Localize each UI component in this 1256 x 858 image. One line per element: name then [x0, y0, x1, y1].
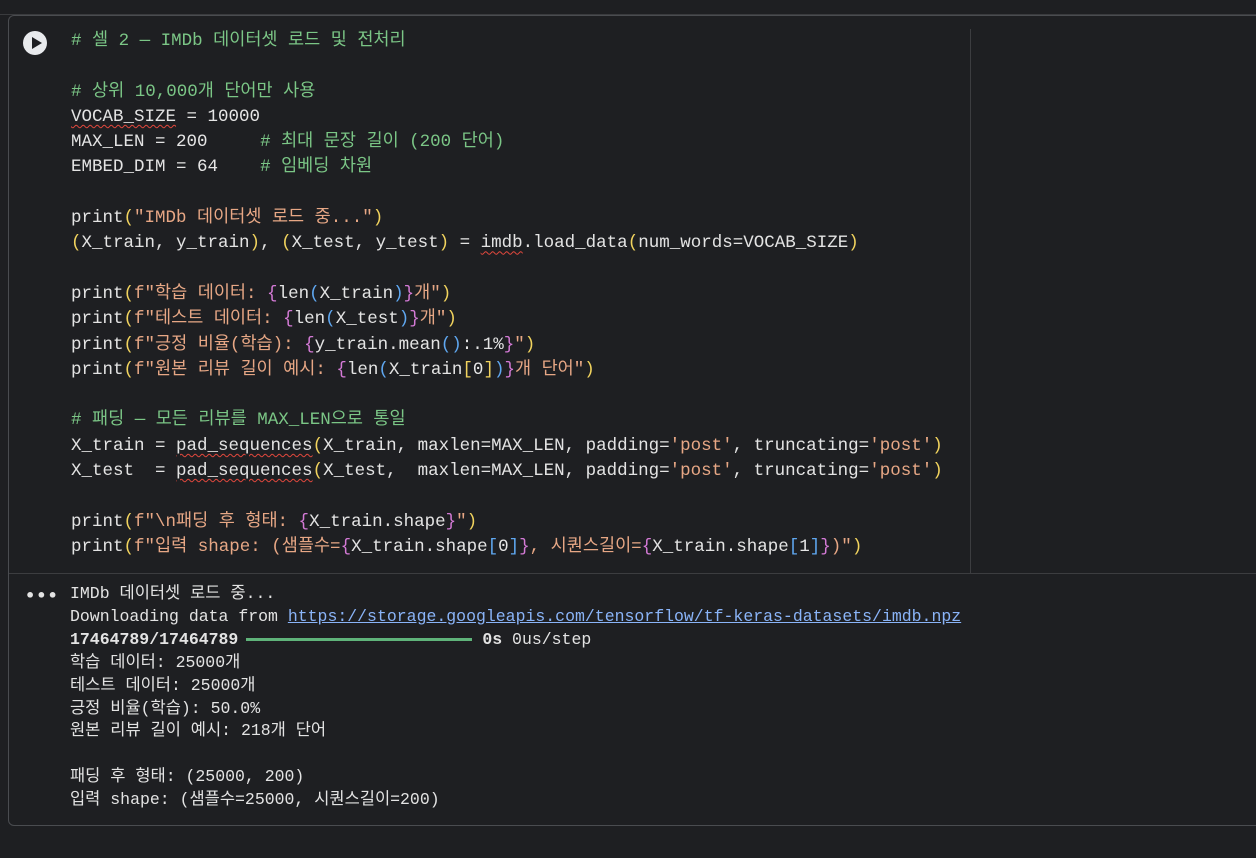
progress-counter: 17464789/17464789	[70, 629, 239, 649]
comment: # 패딩 — 모든 리뷰를 MAX_LEN으로 통일	[71, 410, 406, 431]
comment: # 상위 10,000개 단어만 사용	[71, 81, 316, 102]
code-line: EMBED_DIM = 64 # 임베딩 차원	[71, 157, 373, 178]
code-line: # 상위 10,000개 단어만 사용	[71, 80, 943, 105]
cell-output: IMDb 데이터셋 로드 중... Downloading data from h…	[70, 583, 961, 812]
progress-bar	[246, 637, 473, 641]
progress-bar-fill	[246, 637, 473, 641]
code-line: print(f"입력 shape: (샘플수={X_train.shape[0]…	[71, 536, 863, 557]
code-line: MAX_LEN = 200 # 최대 문장 길이 (200 단어)	[71, 132, 505, 153]
code-line: print(f"학습 데이터: {len(X_train)}개")	[71, 283, 452, 304]
code-line: print(f"긍정 비율(학습): {y_train.mean():.1%}"…	[71, 334, 536, 355]
code-line: VOCAB_SIZE = 10000	[71, 106, 261, 127]
output-line: 긍정 비율(학습): 50.0%	[70, 698, 261, 718]
output-line: Downloading data from https://storage.go…	[70, 606, 962, 626]
code-line: # 패딩 — 모든 리뷰를 MAX_LEN으로 통일	[71, 408, 943, 433]
code-cell[interactable]: # 셀 2 — IMDb 데이터셋 로드 및 전처리 # 상위 10,000개 단…	[8, 15, 1256, 826]
line-length-ruler	[970, 29, 971, 574]
output-separator	[9, 573, 1256, 574]
run-cell-button[interactable]	[23, 31, 47, 55]
comment: # 셀 2 — IMDb 데이터셋 로드 및 전처리	[71, 31, 406, 51]
more-horizontal-icon[interactable]: •••	[25, 586, 59, 605]
output-line: 입력 shape: (샘플수=25000, 시퀀스길이=200)	[70, 790, 440, 810]
output-line: 학습 데이터: 25000개	[70, 652, 241, 672]
code-editor[interactable]: # 셀 2 — IMDb 데이터셋 로드 및 전처리 # 상위 10,000개 단…	[71, 29, 943, 560]
code-line: print("IMDb 데이터셋 로드 중...")	[71, 208, 384, 229]
progress-rate: 0us/step	[512, 629, 592, 649]
output-line: 테스트 데이터: 25000개	[70, 675, 256, 695]
output-line: IMDb 데이터셋 로드 중...	[70, 584, 276, 603]
progress-time: 0s	[482, 629, 503, 649]
play-icon	[31, 37, 42, 49]
code-line: (X_train, y_train), (X_test, y_test) = i…	[71, 233, 859, 254]
download-link[interactable]: https://storage.googleapis.com/tensorflo…	[288, 607, 961, 626]
code-line: print(f"\n패딩 후 형태: {X_train.shape}")	[71, 511, 478, 532]
code-line: X_train = pad_sequences(X_train, maxlen=…	[71, 435, 943, 456]
output-line: 원본 리뷰 길이 예시: 218개 단어	[70, 721, 327, 741]
progress-line: 17464789/17464789 0s 0us/step	[70, 629, 961, 652]
code-line: print(f"테스트 데이터: {len(X_test)}개")	[71, 309, 457, 330]
output-line: 패딩 후 형태: (25000, 200)	[70, 767, 305, 787]
code-line: print(f"원본 리뷰 길이 예시: {len(X_train[0])}개 …	[71, 359, 595, 380]
code-line: X_test = pad_sequences(X_test, maxlen=MA…	[71, 461, 943, 482]
code-line: # 셀 2 — IMDb 데이터셋 로드 및 전처리	[71, 29, 943, 54]
